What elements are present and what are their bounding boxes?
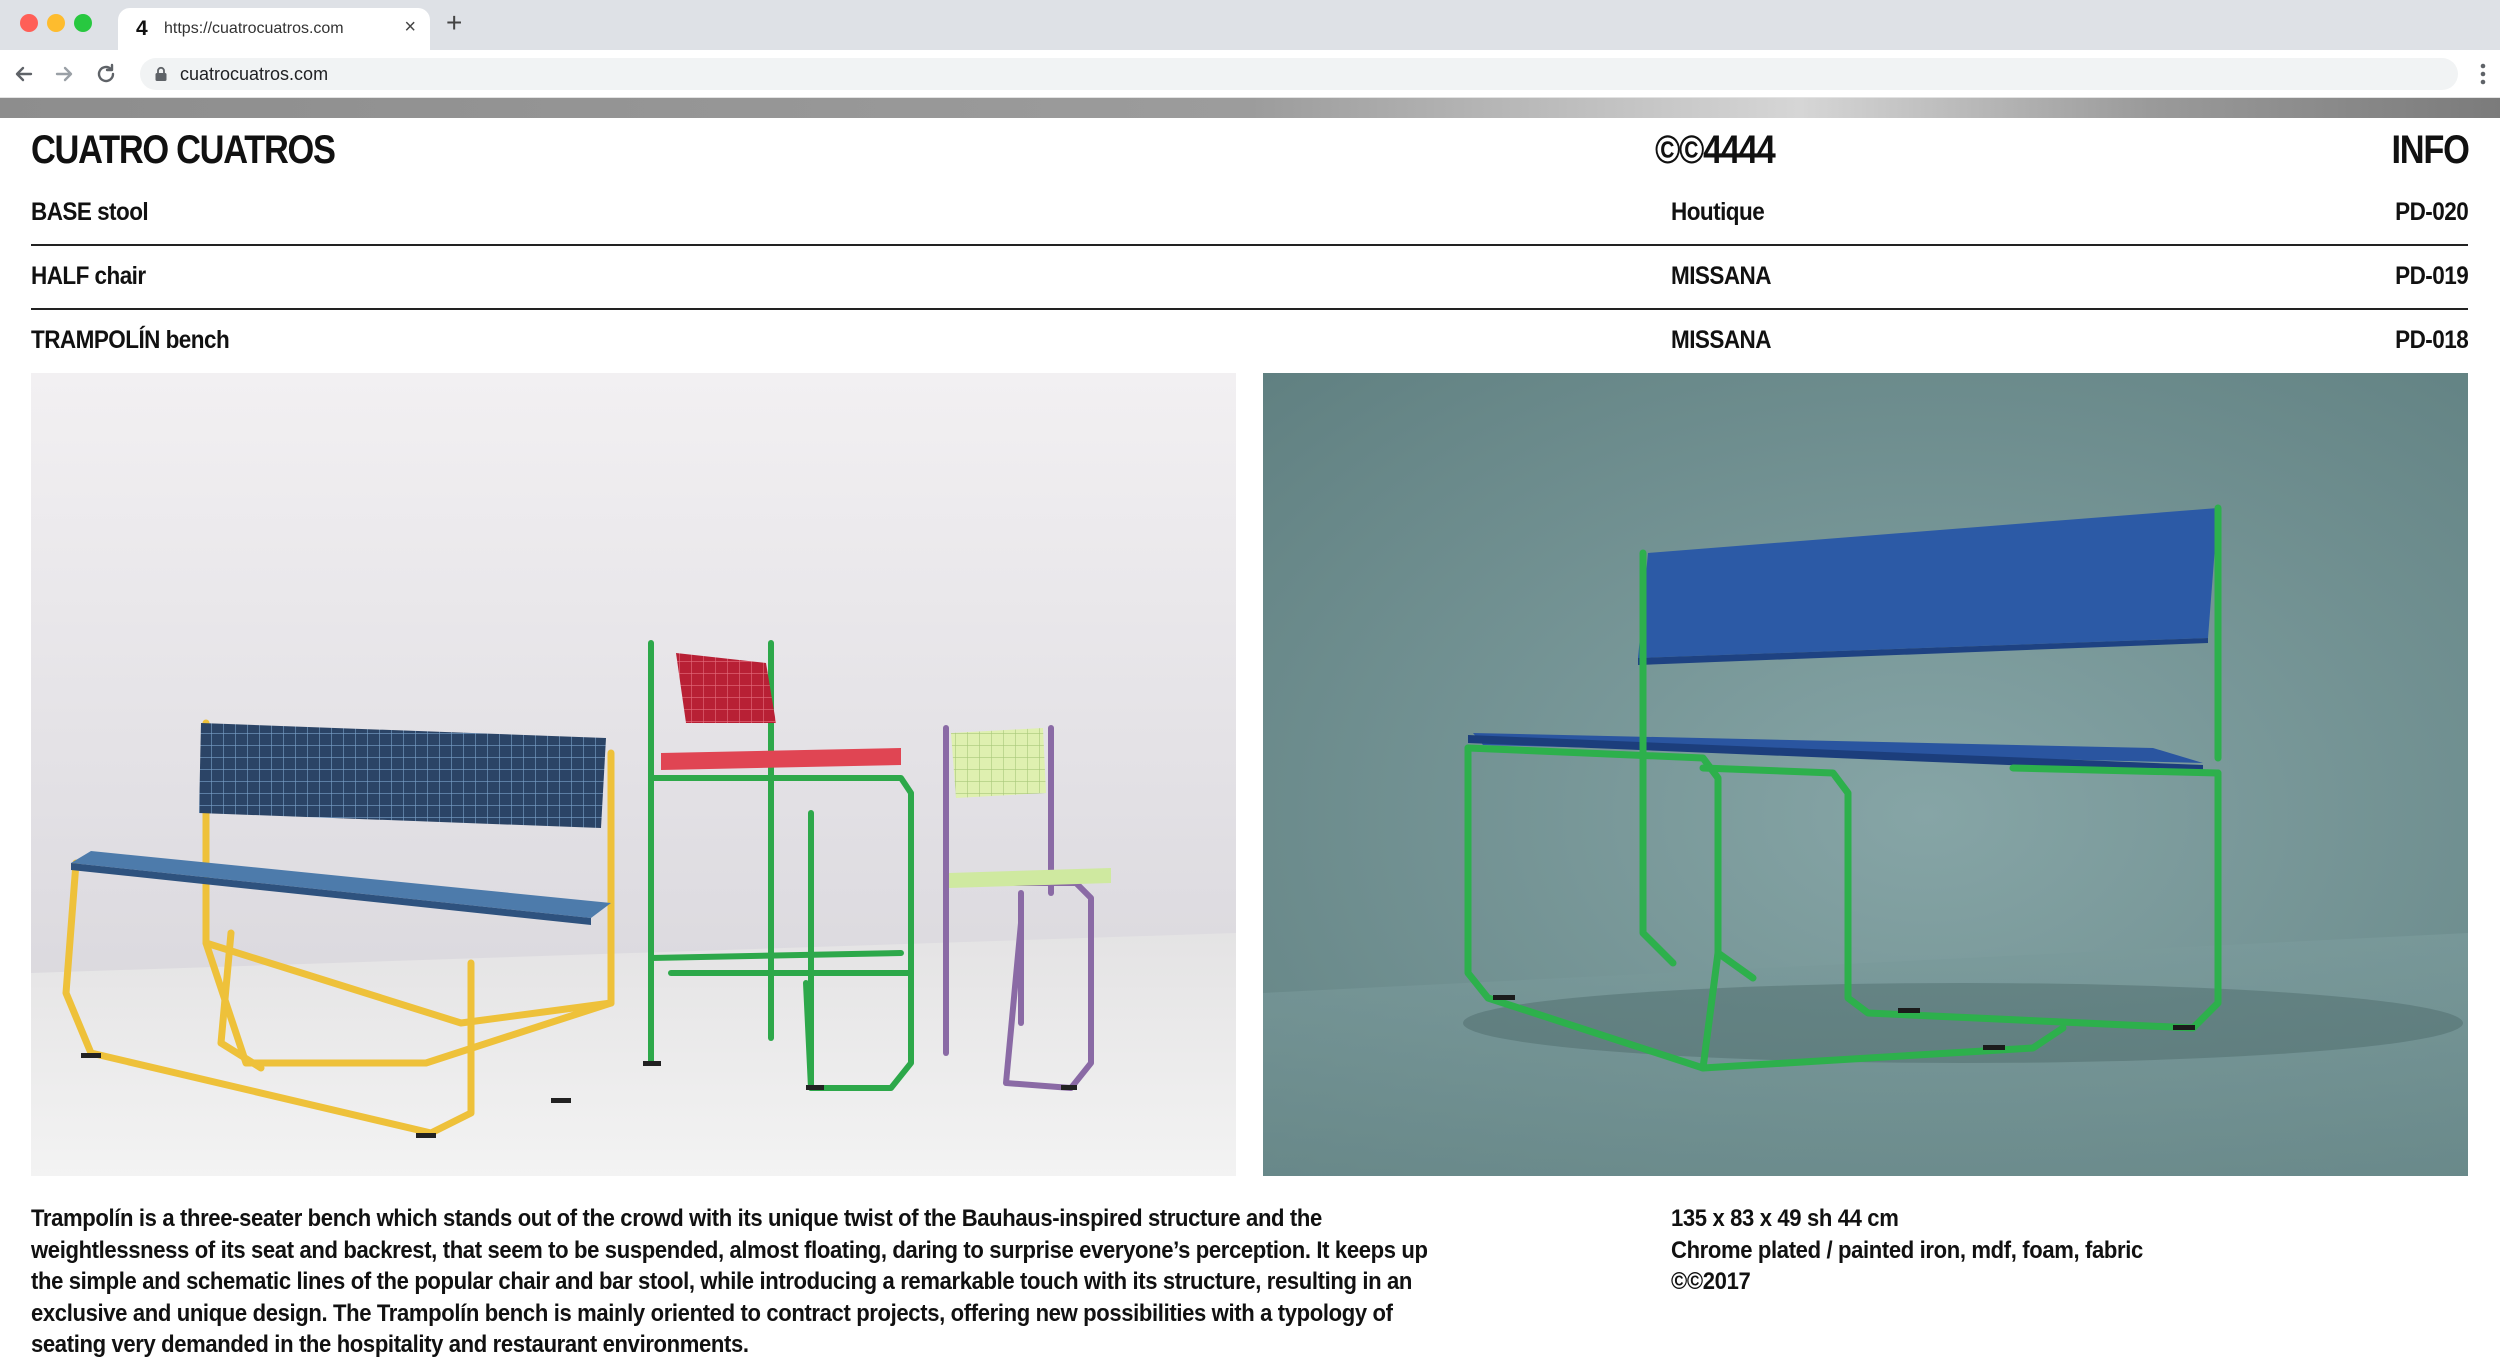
- product-photo-family: [31, 373, 1236, 1176]
- tab-title: https://cuatrocuatros.com: [164, 20, 344, 37]
- menu-icon[interactable]: [2480, 60, 2486, 88]
- spec-materials: Chrome plated / painted iron, mdf, foam,…: [1671, 1236, 2143, 1264]
- product-name: TRAMPOLÍN bench: [31, 326, 230, 354]
- product-code: PD-020: [2394, 198, 2469, 226]
- product-name: BASE stool: [31, 198, 149, 226]
- page-content: CUATRO CUATROS ©©4444 INFO BASE stool Ho…: [0, 118, 2500, 1371]
- spec-dimensions: 135 x 83 x 49 sh 44 cm: [1671, 1205, 1899, 1232]
- forward-icon[interactable]: [50, 60, 78, 88]
- product-name: HALF chair: [31, 262, 146, 290]
- back-icon[interactable]: [10, 60, 38, 88]
- close-window-button[interactable]: [20, 14, 38, 32]
- page-top-bar: [0, 98, 2500, 118]
- tab-favicon-icon: 4: [136, 17, 148, 40]
- product-brand: MISSANA: [1671, 262, 1772, 290]
- maximize-window-button[interactable]: [74, 14, 92, 32]
- product-specs: 135 x 83 x 49 sh 44 cm Chrome plated / p…: [1671, 1203, 2355, 1298]
- product-code: PD-019: [2394, 262, 2469, 290]
- browser-tab[interactable]: 4 https://cuatrocuatros.com ×: [118, 8, 430, 50]
- browser-toolbar: cuatrocuatros.com: [0, 50, 2500, 98]
- product-row-trampolin-bench[interactable]: TRAMPOLÍN bench MISSANA PD-018: [31, 310, 2469, 374]
- url-text: cuatrocuatros.com: [180, 64, 329, 84]
- new-tab-button[interactable]: +: [446, 9, 462, 37]
- product-code: PD-018: [2394, 326, 2469, 354]
- product-row-half-chair[interactable]: HALF chair MISSANA PD-019: [31, 246, 2469, 310]
- product-row-base-stool[interactable]: BASE stool Houtique PD-020: [31, 182, 2469, 246]
- product-brand: MISSANA: [1671, 326, 1772, 354]
- product-photo-trampolin: [1263, 373, 2468, 1176]
- product-list: BASE stool Houtique PD-020 HALF chair MI…: [31, 182, 2469, 374]
- info-link[interactable]: INFO: [2392, 128, 2470, 173]
- address-bar[interactable]: cuatrocuatros.com: [140, 58, 2458, 90]
- minimize-window-button[interactable]: [47, 14, 65, 32]
- reload-icon[interactable]: [92, 60, 120, 88]
- site-logo[interactable]: CUATRO CUATROS: [31, 128, 336, 173]
- lock-icon[interactable]: [154, 66, 168, 82]
- browser-tab-bar: 4 https://cuatrocuatros.com × +: [0, 0, 2500, 50]
- product-description: Trampolín is a three-seater bench which …: [31, 1205, 1428, 1358]
- product-brand: Houtique: [1671, 198, 1765, 226]
- close-tab-icon[interactable]: ×: [404, 17, 416, 37]
- spec-copyright: ©©2017: [1671, 1268, 1751, 1295]
- header-year-code: ©©4444: [1655, 128, 1776, 172]
